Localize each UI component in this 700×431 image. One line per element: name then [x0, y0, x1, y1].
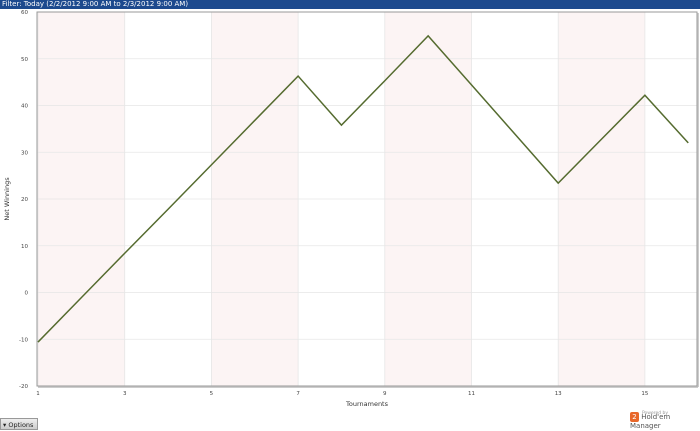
y-tick-label: -20 — [19, 384, 28, 390]
y-tick-label: 30 — [21, 150, 28, 156]
options-label: Options — [8, 421, 33, 429]
x-tick-label: 11 — [468, 391, 475, 397]
y-tick-label: 60 — [21, 10, 28, 16]
y-tick-label: 50 — [21, 57, 28, 63]
triangle-down-icon: ▾ — [3, 421, 6, 429]
x-tick-label: 9 — [383, 391, 387, 397]
x-axis-label: Tournaments — [345, 400, 389, 408]
y-axis-label: Net Winnings — [3, 177, 11, 221]
y-tick-label: 20 — [21, 197, 28, 203]
x-tick-label: 13 — [555, 391, 562, 397]
powered-by: Powered by — [642, 411, 668, 416]
x-tick-label: 5 — [210, 391, 214, 397]
x-tick-label: 3 — [123, 391, 127, 397]
y-tick-label: 10 — [21, 244, 28, 250]
options-button[interactable]: ▾ Options — [0, 418, 38, 430]
brand-logo: 2Powered by Hold'em Manager — [630, 412, 700, 430]
net-winnings-chart: -20-10010203040506013579111315Tournament… — [0, 0, 700, 418]
x-tick-label: 1 — [36, 391, 40, 397]
hem-logo-icon: 2 — [630, 412, 639, 422]
x-tick-label: 7 — [296, 391, 300, 397]
y-tick-label: -10 — [19, 337, 28, 343]
y-tick-label: 40 — [21, 104, 28, 110]
y-tick-label: 0 — [25, 291, 29, 297]
x-tick-label: 15 — [641, 391, 648, 397]
